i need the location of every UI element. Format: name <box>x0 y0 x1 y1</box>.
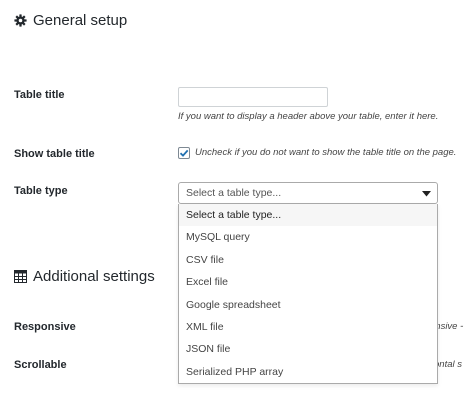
scrollable-label: Scrollable <box>14 359 67 371</box>
table-type-selected-value: Select a table type... <box>186 187 282 199</box>
table-title-label: Table title <box>14 89 65 101</box>
checkmark-icon <box>179 149 189 157</box>
table-type-option[interactable]: Excel file <box>179 271 437 293</box>
scrollable-hint-fragment: ontal s <box>434 359 462 370</box>
table-type-option[interactable]: XML file <box>179 316 437 338</box>
table-type-select[interactable]: Select a table type... <box>178 182 438 204</box>
table-title-hint: If you want to display a header above yo… <box>178 111 439 122</box>
gear-icon <box>14 14 27 27</box>
table-type-option[interactable]: MySQL query <box>179 226 437 248</box>
table-type-dropdown: Select a table type... MySQL query CSV f… <box>178 204 438 385</box>
table-type-option[interactable]: CSV file <box>179 249 437 271</box>
chevron-down-icon <box>422 191 431 197</box>
table-type-option[interactable]: JSON file <box>179 338 437 360</box>
table-title-input[interactable] <box>178 87 328 107</box>
show-title-hint: Uncheck if you do not want to show the t… <box>195 147 457 158</box>
general-setup-title: General setup <box>33 12 128 29</box>
general-setup-heading: General setup <box>14 12 127 29</box>
grid-icon <box>14 270 27 283</box>
show-title-checkbox[interactable] <box>178 147 190 159</box>
table-type-option[interactable]: Serialized PHP array <box>179 361 437 383</box>
responsive-label: Responsive <box>14 321 76 333</box>
additional-settings-title: Additional settings <box>33 268 155 285</box>
show-title-label: Show table title <box>14 148 95 160</box>
additional-settings-heading: Additional settings <box>14 268 155 285</box>
table-type-label: Table type <box>14 185 68 197</box>
table-type-option[interactable]: Select a table type... <box>179 204 437 227</box>
table-type-option[interactable]: Google spreadsheet <box>179 294 437 316</box>
